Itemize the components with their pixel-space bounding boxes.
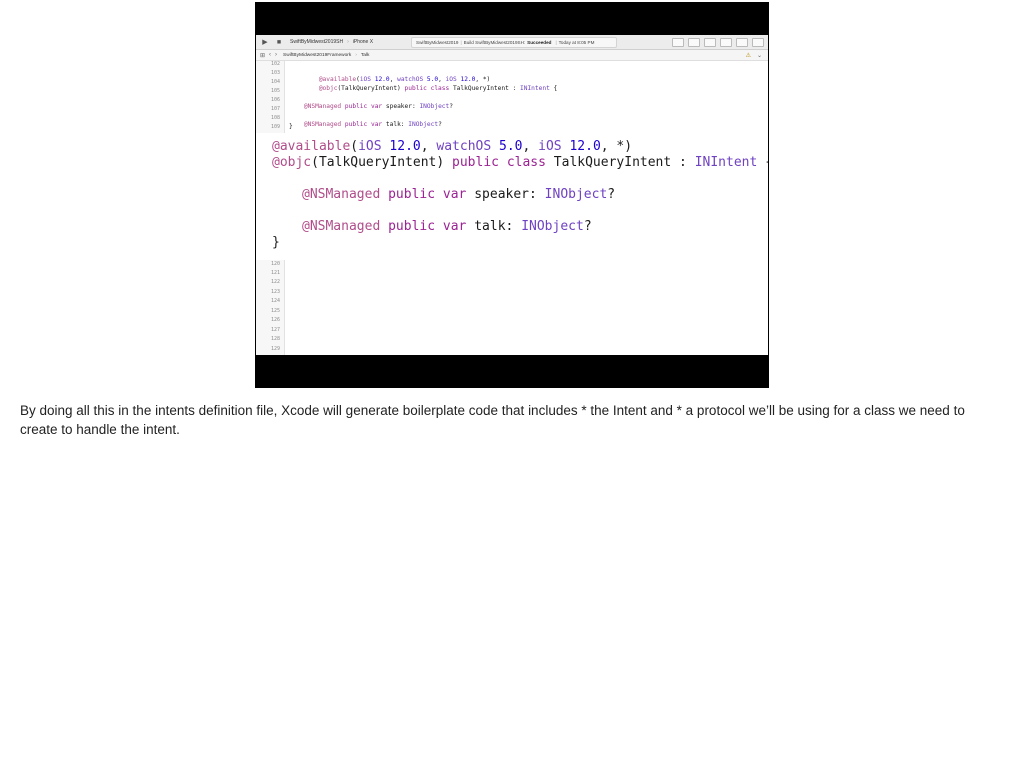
magnified-line-3: @NSManaged public var speaker: INObject?: [302, 187, 616, 202]
magnified-line-2: @objc(TalkQueryIntent) public class Talk…: [272, 155, 768, 170]
chevron-right-icon[interactable]: ›: [275, 52, 277, 58]
xcode-window: ▶ ■ SwiftByMidwest2019SH › iPhone X Swif…: [256, 35, 768, 355]
inspector-toggle-button[interactable]: [752, 37, 764, 47]
scheme-selector[interactable]: SwiftByMidwest2019SH › iPhone X: [290, 39, 373, 45]
line-number: 126: [270, 317, 280, 323]
status-build: Build SwiftByMidwest2019SH:: [463, 39, 526, 45]
stop-icon[interactable]: ■: [274, 38, 284, 46]
scheme-name: SwiftByMidwest2019SH: [290, 39, 344, 45]
library-button[interactable]: [672, 37, 684, 47]
run-icon[interactable]: ▶: [260, 38, 270, 46]
xcode-toolbar: ▶ ■ SwiftByMidwest2019SH › iPhone X Swif…: [256, 35, 768, 50]
line-number: 121: [270, 270, 280, 276]
line-number: 120: [270, 261, 280, 267]
line-number: 125: [270, 308, 280, 314]
version-editor-button[interactable]: [720, 37, 732, 47]
chevron-down-icon[interactable]: ⌄: [757, 52, 762, 59]
line-gutter: 120 121 122 123 124 125 126 127 128 129: [256, 260, 285, 355]
warning-icon[interactable]: ⚠: [746, 52, 751, 59]
line-number: 103: [270, 70, 280, 76]
assistant-editor-button[interactable]: [704, 37, 716, 47]
navigator-toggle-button[interactable]: [736, 37, 748, 47]
line-number: 123: [270, 289, 280, 295]
slide-caption: By doing all this in the intents definit…: [20, 403, 965, 437]
line-number: 122: [270, 279, 280, 285]
magnified-line-1: @available(iOS 12.0, watchOS 5.0, iOS 12…: [272, 139, 633, 154]
activity-status: SwiftByMidwest2019 | Build SwiftByMidwes…: [411, 36, 618, 48]
line-number: 104: [270, 79, 280, 85]
line-number: 129: [270, 346, 280, 352]
line-gutter: 102 103 104 105 106 107 108 109: [256, 61, 285, 133]
code-line: }: [289, 123, 293, 130]
device-name: iPhone X: [352, 39, 374, 45]
code-editor-bottom[interactable]: 120 121 122 123 124 125 126 127 128 129: [256, 260, 768, 355]
line-number: 105: [270, 88, 280, 94]
chevron-right-icon: ›: [355, 52, 357, 58]
code-editor-top[interactable]: 102 103 104 105 106 107 108 109 @availab…: [256, 61, 768, 133]
chevron-left-icon[interactable]: ‹: [269, 52, 271, 58]
line-number: 109: [270, 124, 280, 130]
line-number: 124: [270, 298, 280, 304]
standard-editor-button[interactable]: [688, 37, 700, 47]
status-time: Today at 8:05 PM: [558, 39, 595, 45]
jumpbar-right: ⚠ ⌄: [746, 52, 762, 59]
line-number: 108: [270, 115, 280, 121]
code-line: @NSManaged public var talk: INObject?: [303, 121, 442, 128]
breadcrumb: SwiftByMidwest2019Framework › Talk: [283, 53, 369, 58]
breadcrumb-project[interactable]: SwiftByMidwest2019Framework: [283, 53, 351, 58]
line-number: 107: [270, 106, 280, 112]
line-number: 128: [270, 336, 280, 342]
breadcrumb-file[interactable]: Talk: [361, 53, 370, 58]
status-project: SwiftByMidwest2019: [416, 39, 459, 45]
line-number: 106: [270, 97, 280, 103]
slide-frame: ▶ ■ SwiftByMidwest2019SH › iPhone X Swif…: [255, 2, 769, 388]
editor-mode-buttons: [672, 37, 764, 47]
line-number: 102: [270, 61, 280, 67]
magnified-line-4: @NSManaged public var talk: INObject?: [302, 219, 592, 234]
related-items-icon[interactable]: ⊞: [260, 52, 265, 59]
line-number: 127: [270, 327, 280, 333]
status-result: Succeeded: [527, 39, 552, 45]
magnified-line-5: }: [272, 235, 280, 250]
magnified-code: @available(iOS 12.0, watchOS 5.0, iOS 12…: [256, 133, 768, 257]
jump-bar: ⊞ ‹ › SwiftByMidwest2019Framework › Talk…: [256, 50, 768, 61]
chevron-right-icon: ›: [347, 39, 349, 45]
